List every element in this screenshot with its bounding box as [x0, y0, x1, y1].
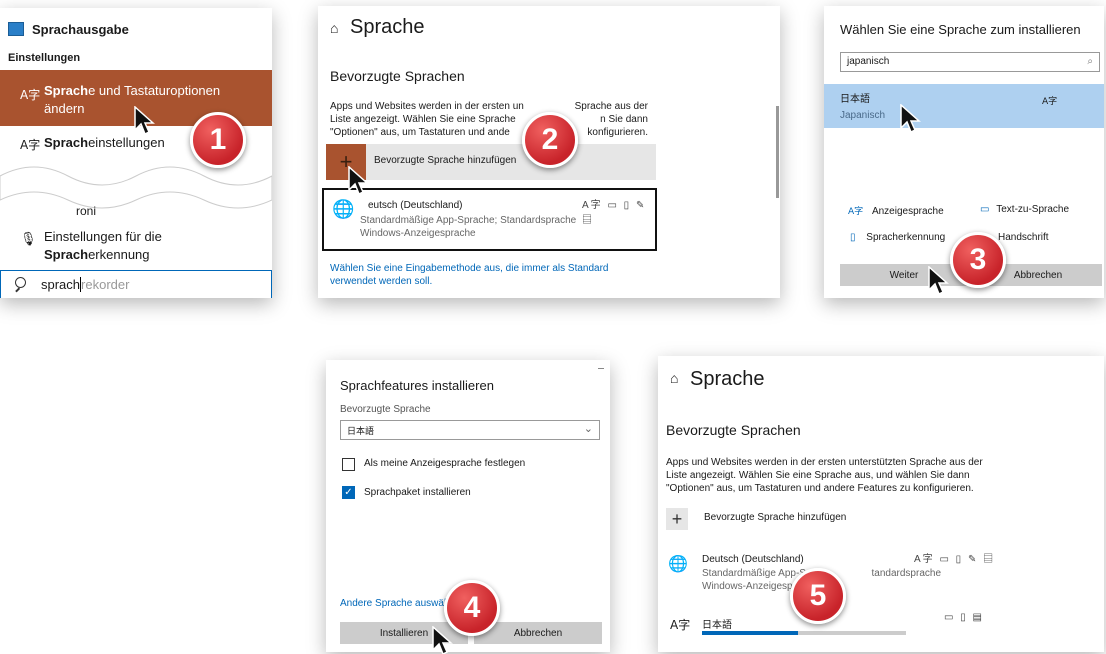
- language-sub: Standardmäßige App-Sprache; Standardspra…: [360, 215, 577, 239]
- scrollbar[interactable]: [776, 106, 779, 198]
- step-badge-1: 1: [190, 112, 246, 168]
- minimize-icon[interactable]: [598, 368, 604, 369]
- language-search-input[interactable]: japanisch ⌕: [840, 52, 1100, 72]
- language-icon: A字: [670, 618, 691, 632]
- section-heading: Bevorzugte Sprachen: [666, 422, 801, 438]
- add-language-row[interactable]: + Bevorzugte Sprache hinzufügen: [326, 144, 656, 180]
- add-language-label: Bevorzugte Sprache hinzufügen: [704, 512, 847, 523]
- feature-icons: A字 ▭ ▯ ✎ ▤: [582, 200, 647, 226]
- display-language-icon: A字: [848, 207, 864, 217]
- language-icon: A字: [20, 138, 41, 152]
- description: Apps und Websites werden in der ersten u…: [666, 457, 983, 494]
- description-right: Sprache aus der n Sie dann konfigurieren…: [574, 101, 648, 138]
- narrator-icon: [8, 22, 24, 36]
- microphone-icon: 🎙: [20, 231, 37, 246]
- item-bold-text: Sprach: [44, 83, 89, 98]
- language-pack-checkbox-label: Sprachpaket installieren: [364, 487, 471, 498]
- language-pack-checkbox[interactable]: ✓: [342, 486, 355, 499]
- page-title: Sprache: [690, 368, 765, 390]
- feature-handwriting: Handschrift: [998, 232, 1049, 243]
- home-icon[interactable]: ⌂: [330, 20, 338, 36]
- language-name: eutsch (Deutschland): [368, 200, 463, 211]
- download-progress-bar: [702, 631, 906, 635]
- page-title: Sprache: [350, 16, 425, 38]
- feature-text-to-speech: ▭ Text-zu-Sprache: [980, 204, 1070, 215]
- feature-icons: ▭ ▯ ▤: [944, 612, 984, 623]
- search-typed-text: sprach: [41, 277, 81, 292]
- microphone-icon: ▯: [850, 232, 856, 243]
- add-language-button[interactable]: +: [666, 508, 688, 530]
- search-icon: ⌕: [1087, 56, 1093, 67]
- chevron-down-icon: ⌄: [583, 423, 593, 435]
- settings-section-label: Einstellungen: [8, 52, 81, 64]
- display-language-checkbox[interactable]: [342, 458, 355, 471]
- language-globe-icon: 🌐: [668, 554, 688, 573]
- default-input-link[interactable]: Wählen Sie eine Eingabemethode aus, die …: [330, 262, 620, 288]
- feature-icons: A字 ▭ ▯ ✎ ▤: [914, 554, 996, 565]
- search-suggestion-text: rekorder: [81, 277, 130, 292]
- feature-speech-recognition: ▯ Spracherkennung: [850, 232, 946, 243]
- feature-display-language: A字 Anzeigesprache: [848, 206, 944, 217]
- step-badge-5: 5: [790, 568, 846, 624]
- language-select[interactable]: 日本語 ⌄: [340, 420, 600, 440]
- section-heading: Bevorzugte Sprachen: [330, 68, 465, 84]
- search-box[interactable]: sprachrekorder: [0, 270, 272, 298]
- preferred-language-label: Bevorzugte Sprache: [340, 404, 431, 415]
- narrator-item[interactable]: Sprachausgabe: [8, 18, 129, 40]
- add-language-label: Bevorzugte Sprache hinzufügen: [374, 155, 517, 166]
- download-progress-fill: [702, 631, 798, 635]
- speech-recognition-settings-item[interactable]: 🎙 Einstellungen für die Spracherkennung: [0, 226, 272, 266]
- dialog-title: Sprachfeatures installieren: [340, 378, 494, 393]
- language-icon: A字: [20, 88, 41, 102]
- language-item-german[interactable]: 🌐 eutsch (Deutschland) Standardmäßige Ap…: [322, 188, 657, 251]
- speech-icon: ▭: [980, 204, 990, 215]
- search-icon: [15, 277, 26, 288]
- home-icon[interactable]: ⌂: [670, 370, 678, 386]
- other-language-link[interactable]: Andere Sprache auswähl: [340, 598, 452, 609]
- step-badge-3: 3: [950, 232, 1006, 288]
- step-badge-2: 2: [522, 112, 578, 168]
- language-globe-icon: 🌐: [332, 199, 355, 220]
- fragment-text: roni: [76, 204, 97, 218]
- language-result-japanese[interactable]: 日本語 Japanisch A字: [824, 84, 1104, 128]
- language-icon: A字: [1042, 97, 1058, 107]
- language-settings-panel-progress: ⌂ Sprache Bevorzugte Sprachen Apps und W…: [658, 356, 1104, 652]
- dialog-title: Wählen Sie eine Sprache zum installieren: [840, 22, 1081, 37]
- display-language-checkbox-label: Als meine Anzeigesprache festlegen: [364, 458, 526, 469]
